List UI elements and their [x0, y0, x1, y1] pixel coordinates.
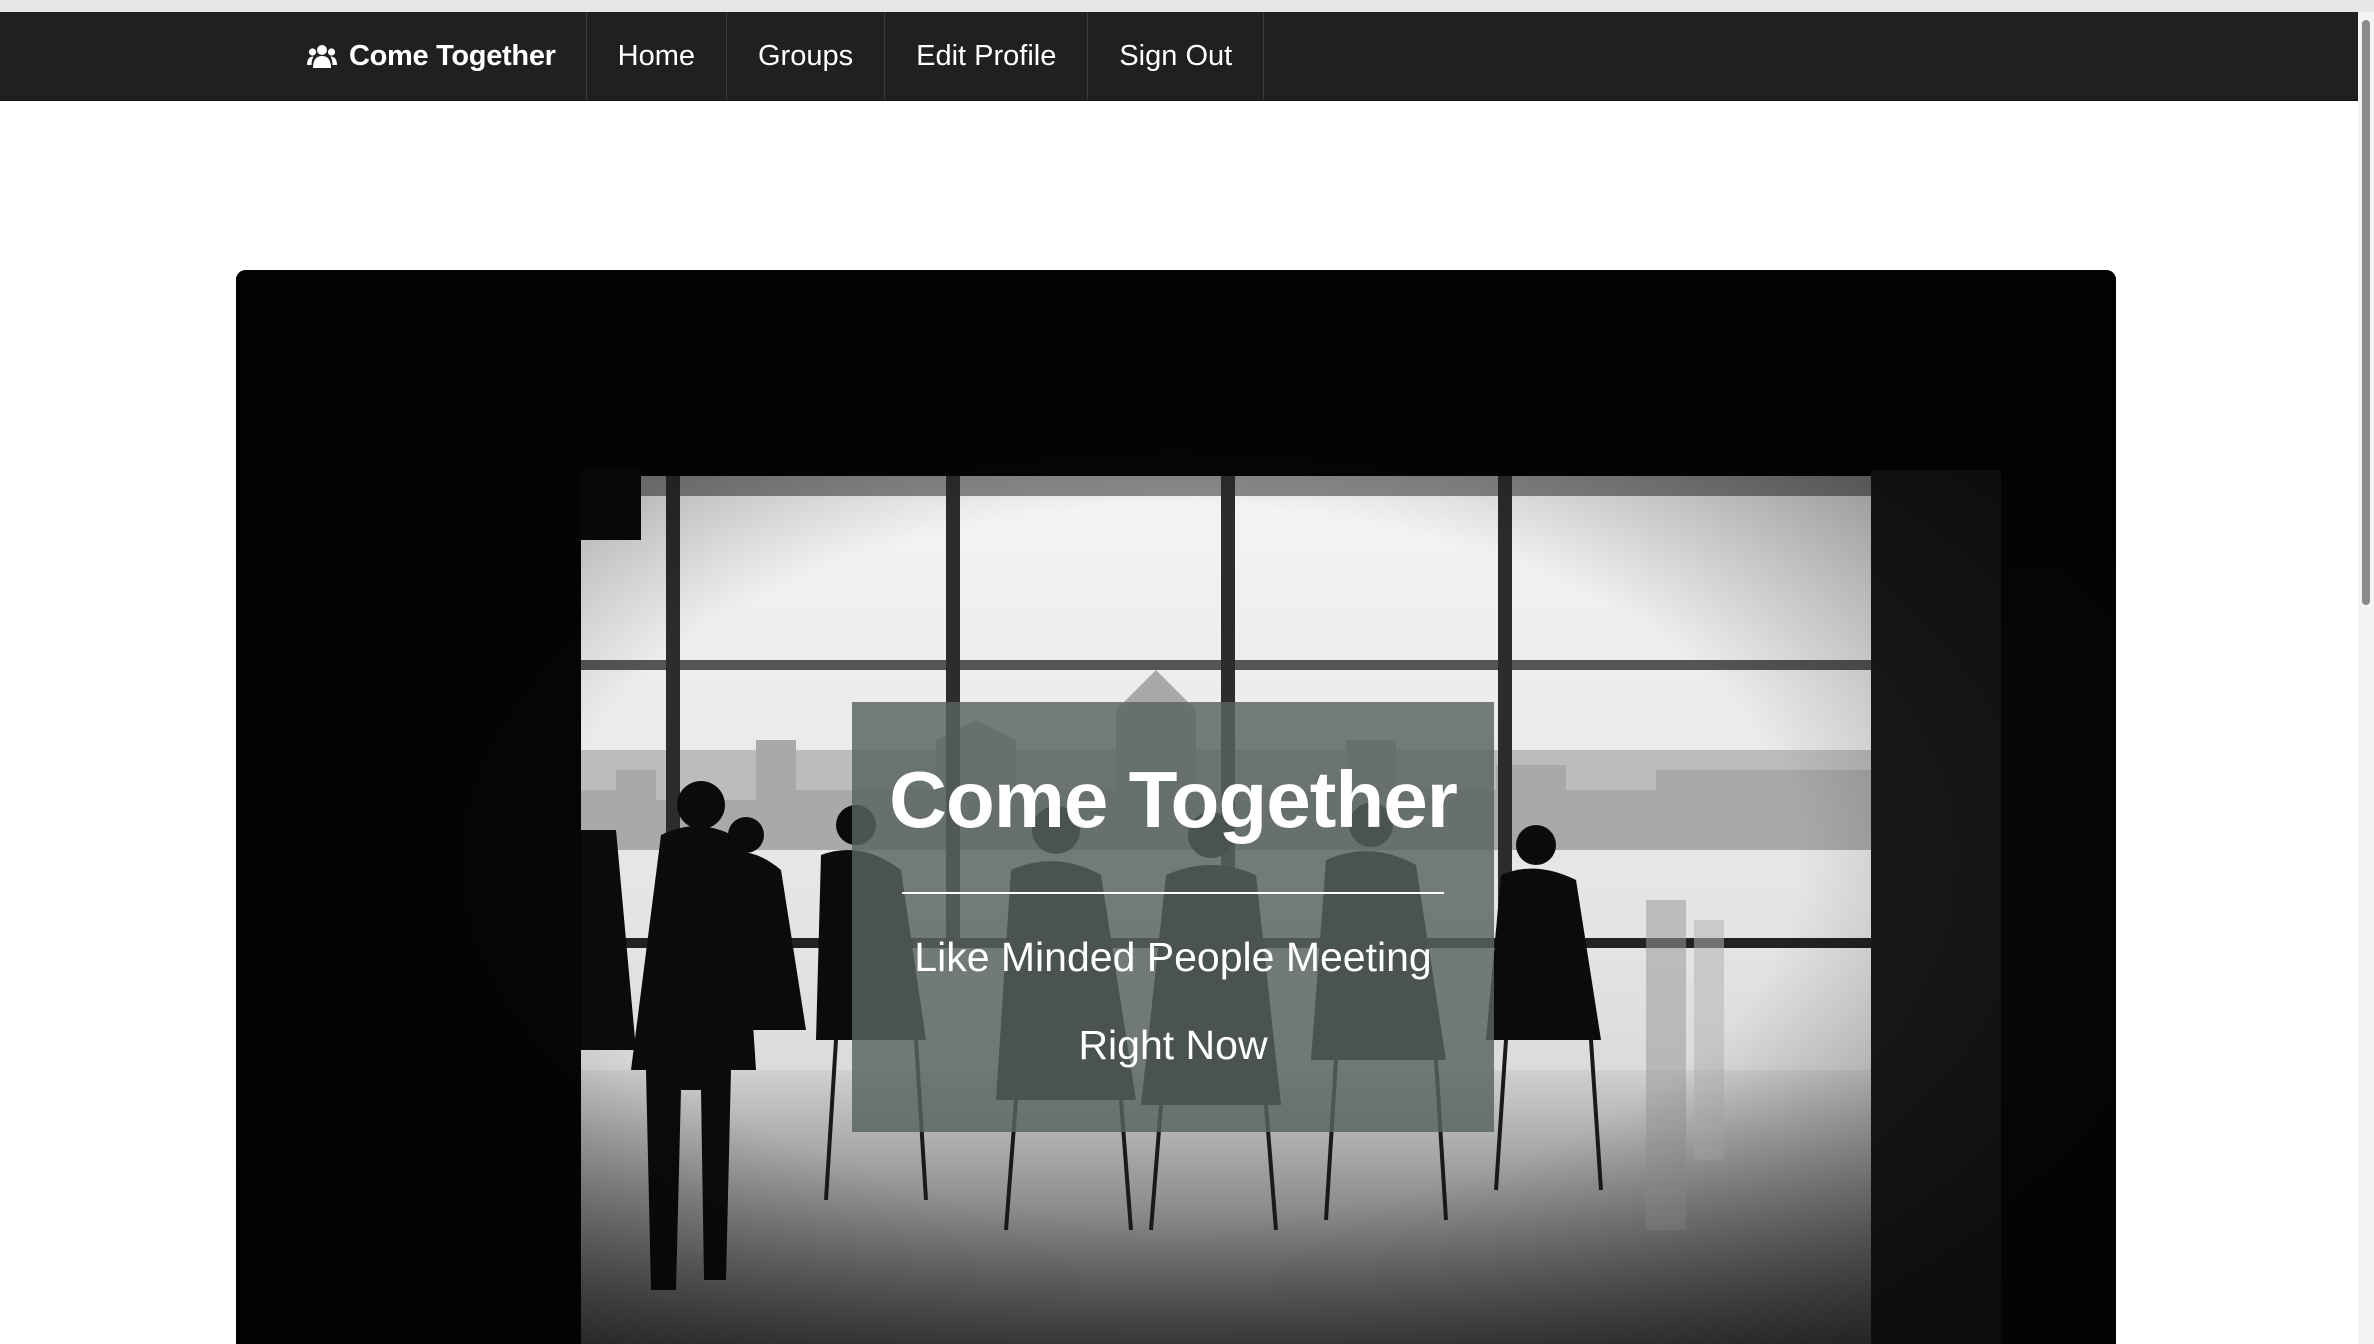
- hero-caption-box: Come Together Like Minded People Meeting…: [852, 702, 1494, 1132]
- caption-divider: [902, 892, 1444, 894]
- hero-tagline-line2: Right Now: [1078, 1022, 1268, 1068]
- nav-links: Come Together Home Groups Edit Profile S…: [277, 12, 1265, 100]
- brand-label: Come Together: [349, 39, 556, 72]
- nav-item-edit-profile[interactable]: Edit Profile: [885, 12, 1089, 100]
- scrollbar-thumb[interactable]: [2362, 20, 2370, 605]
- nav-item-sign-out[interactable]: Sign Out: [1088, 12, 1265, 100]
- users-icon: [307, 44, 337, 68]
- hero-title: Come Together: [889, 755, 1458, 844]
- hero-tagline-line1: Like Minded People Meeting: [914, 934, 1432, 980]
- nav-item-groups[interactable]: Groups: [727, 12, 886, 100]
- window-top-strip: [0, 0, 2374, 12]
- nav-item-home[interactable]: Home: [587, 12, 727, 100]
- brand-link[interactable]: Come Together: [277, 12, 587, 100]
- top-navbar: Come Together Home Groups Edit Profile S…: [0, 12, 2358, 101]
- hero-banner: Come Together Like Minded People Meeting…: [236, 270, 2116, 1344]
